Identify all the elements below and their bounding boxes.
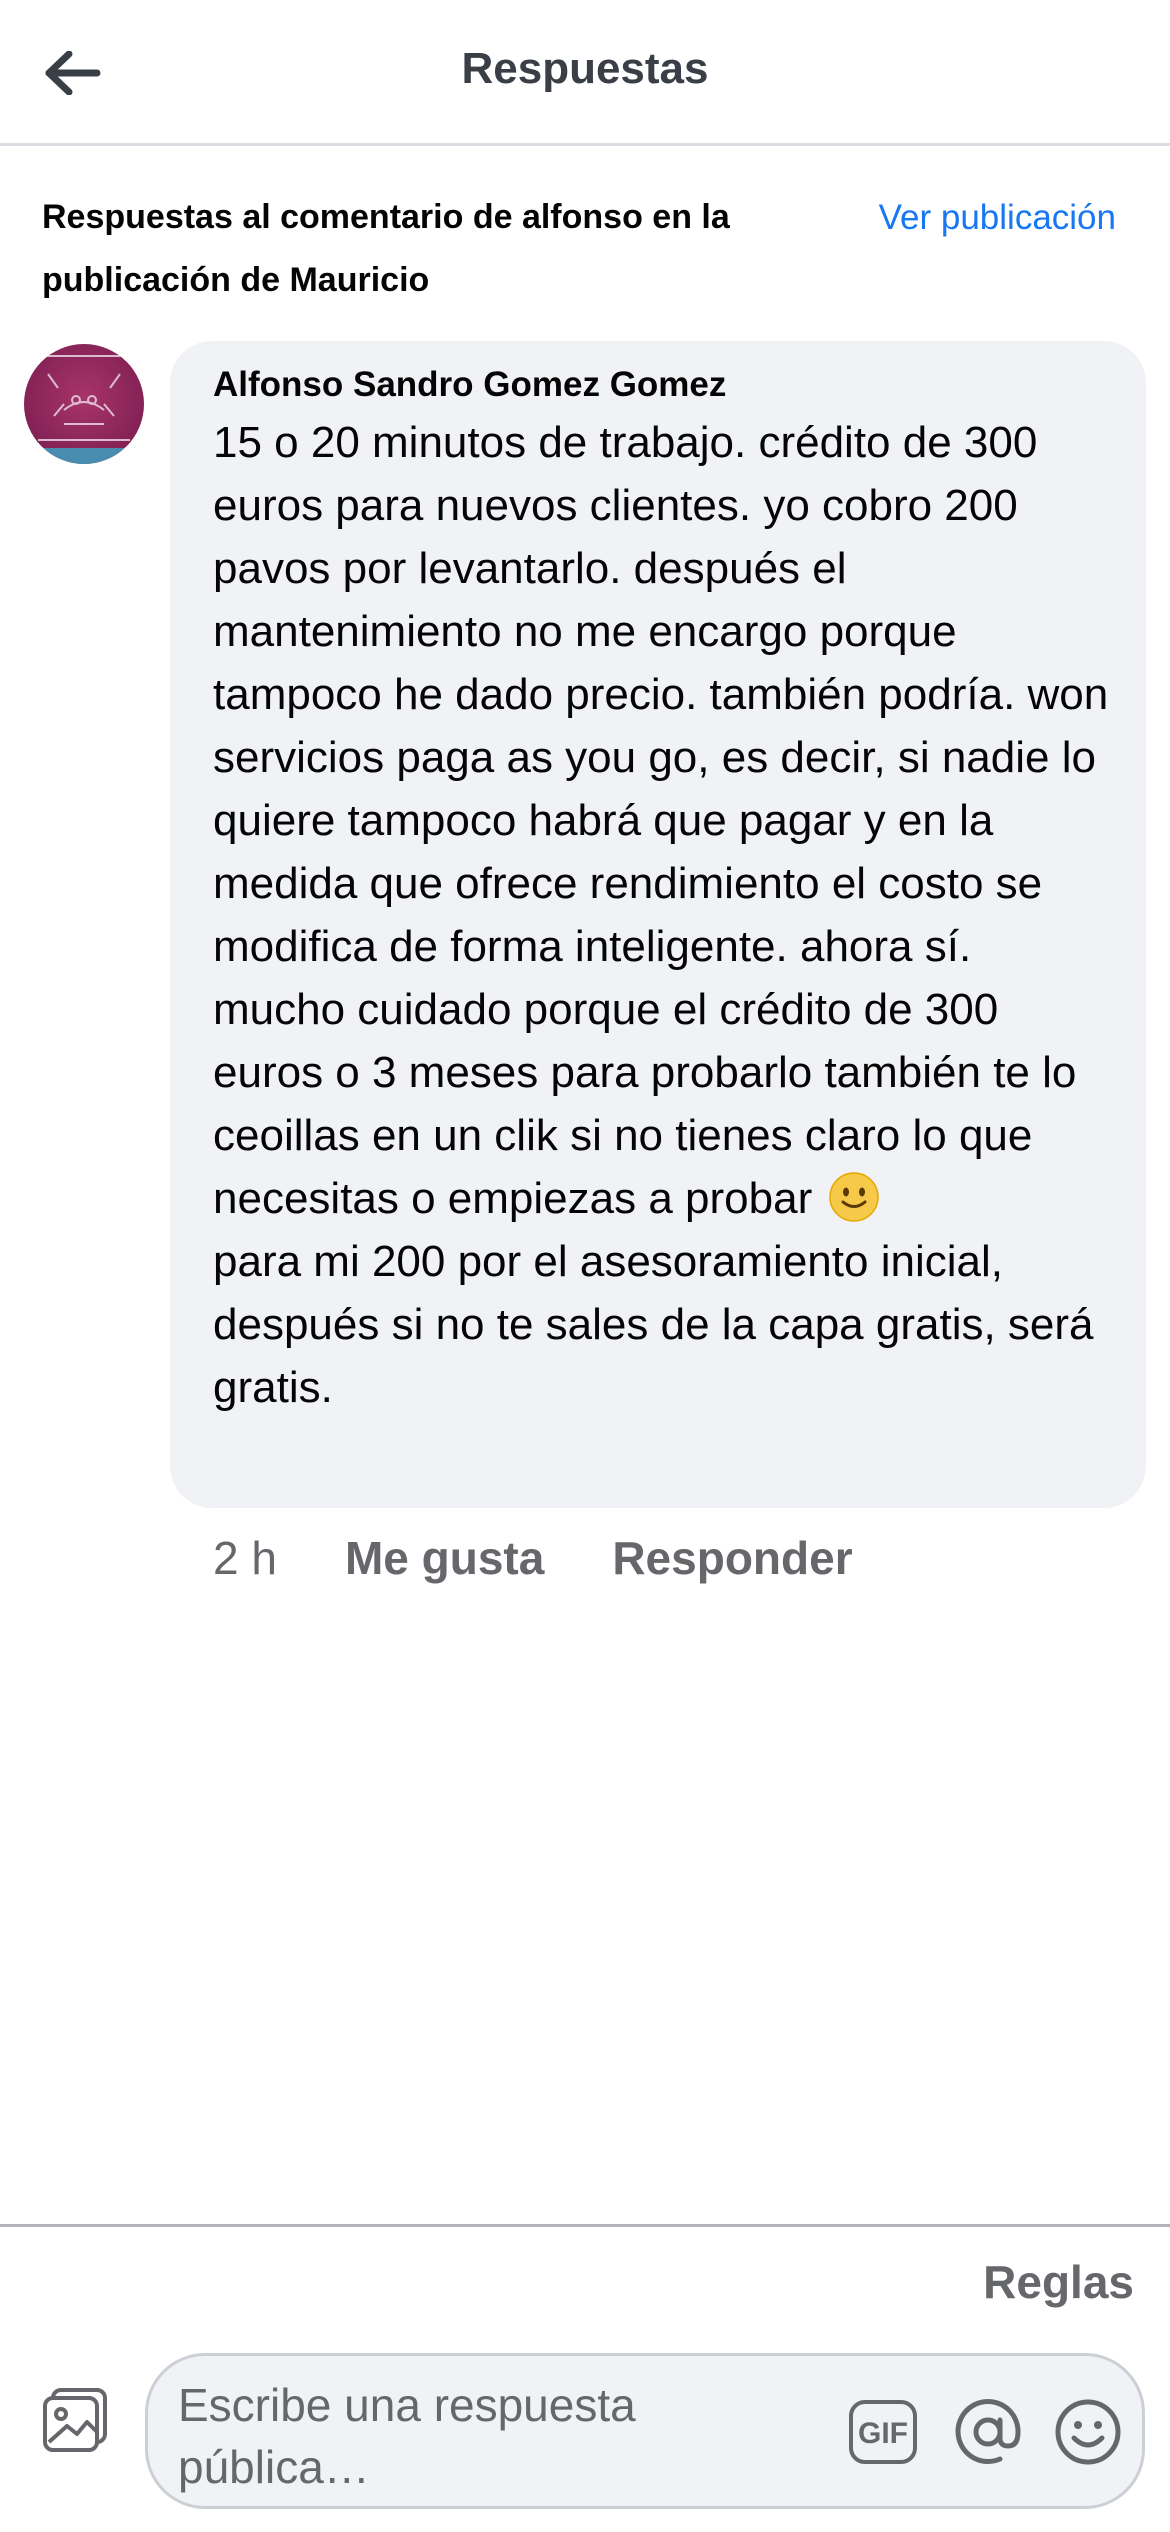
- comment-text: 15 o 20 minutos de trabajo. crédito de 3…: [213, 411, 1113, 1419]
- reply-input[interactable]: [178, 2374, 698, 2494]
- reply-context-text: Respuestas al comentario de alfonso en l…: [42, 198, 730, 299]
- reply-input-container: GIF: [145, 2353, 1145, 2509]
- avatar[interactable]: [24, 344, 144, 464]
- mention-icon[interactable]: [948, 2392, 1028, 2472]
- photo-icon[interactable]: [32, 2377, 118, 2463]
- comment-author[interactable]: Alfonso Sandro Gomez Gomez: [213, 365, 726, 405]
- top-bar: Respuestas: [0, 0, 1170, 146]
- emoji-icon[interactable]: [1048, 2392, 1128, 2472]
- comment-timestamp[interactable]: 2 h: [213, 1531, 277, 1585]
- slightly-smiling-face-icon: [828, 1171, 880, 1223]
- comment-actions: 2 h Me gusta Responder: [213, 1528, 921, 1588]
- view-post-link[interactable]: Ver publicación: [879, 186, 1116, 249]
- reply-composer-area: Reglas GIF: [0, 2224, 1170, 2532]
- comment-bubble[interactable]: Alfonso Sandro Gomez Gomez 15 o 20 minut…: [170, 341, 1146, 1508]
- gif-icon-label: GIF: [858, 2417, 908, 2450]
- page-title: Respuestas: [461, 44, 709, 93]
- rules-link[interactable]: Reglas: [983, 2255, 1134, 2309]
- comment-paragraph-1: 15 o 20 minutos de trabajo. crédito de 3…: [213, 411, 1113, 1230]
- like-button[interactable]: Me gusta: [345, 1531, 544, 1585]
- gif-icon[interactable]: GIF: [843, 2392, 923, 2472]
- reply-button[interactable]: Responder: [612, 1531, 852, 1585]
- comment-text-part-1: 15 o 20 minutos de trabajo. crédito de 3…: [213, 418, 1109, 1223]
- comment-paragraph-2: para mi 200 por el asesoramiento inicial…: [213, 1237, 1094, 1412]
